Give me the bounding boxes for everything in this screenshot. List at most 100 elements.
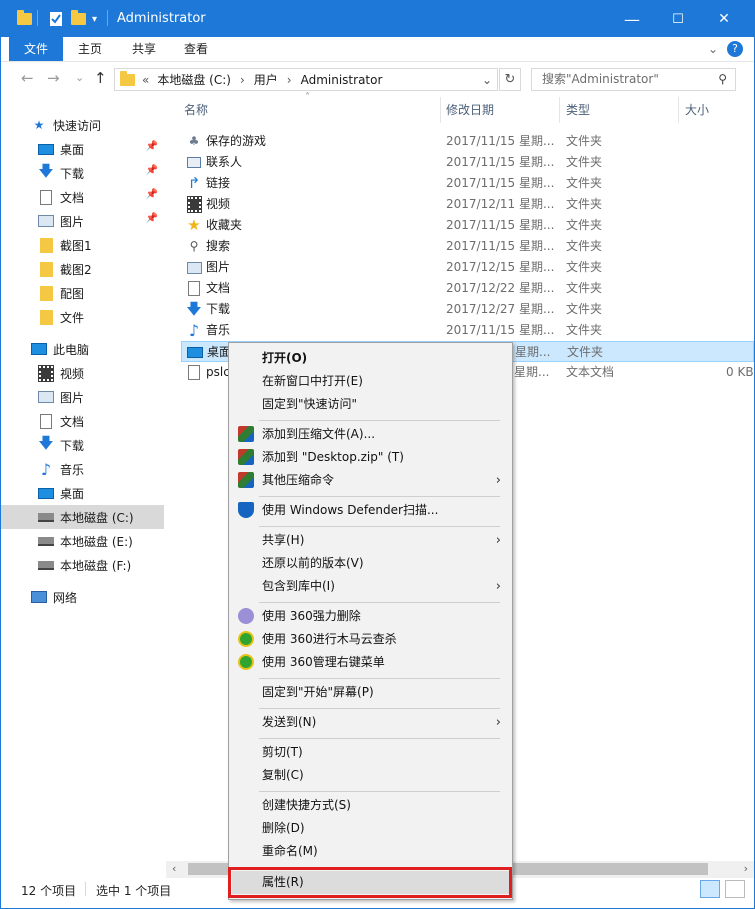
contact-card-icon (186, 155, 202, 171)
sidebar-item-screenshot2[interactable]: 截图2 (1, 257, 164, 281)
column-divider[interactable] (559, 97, 560, 123)
sidebar-item-drive-e[interactable]: 本地磁盘 (E:) (1, 529, 164, 553)
file-row-videos[interactable]: 视频 2017/12/11 星期... 文件夹 (181, 194, 754, 215)
new-folder-quick-icon[interactable] (71, 10, 86, 28)
menu-item-include-library[interactable]: 包含到库中(I) › (232, 575, 509, 598)
menu-item-defender-scan[interactable]: 使用 Windows Defender扫描... (232, 499, 509, 522)
sidebar-item-drive-f[interactable]: 本地磁盘 (F:) (1, 553, 164, 577)
sidebar-item-pc-documents[interactable]: 文档 (1, 409, 164, 433)
menu-item-360-force-delete[interactable]: 使用 360强力删除 (232, 605, 509, 628)
menu-item-restore-versions[interactable]: 还原以前的版本(V) (232, 552, 509, 575)
details-view-icon[interactable] (700, 880, 720, 898)
tab-view[interactable]: 查看 (169, 37, 223, 61)
file-type: 文件夹 (566, 218, 603, 232)
sidebar-item-screenshot1[interactable]: 截图1 (1, 233, 164, 257)
menu-item-rename[interactable]: 重命名(M) (232, 840, 509, 863)
sidebar-item-pictures[interactable]: 图片 📌 (1, 209, 164, 233)
sidebar-item-documents[interactable]: 文档 📌 (1, 185, 164, 209)
ribbon-expand-icon[interactable]: ⌄ (701, 37, 725, 61)
scroll-right-icon[interactable]: › (744, 862, 748, 875)
chevron-down-icon[interactable]: ⌄ (482, 73, 492, 87)
menu-item-delete[interactable]: 删除(D) (232, 817, 509, 840)
menu-item-label: 发送到(N) (262, 715, 317, 729)
column-divider[interactable] (440, 97, 441, 123)
tab-home[interactable]: 主页 (63, 37, 117, 61)
close-button[interactable]: ✕ (701, 1, 747, 37)
file-row-music[interactable]: ♪ 音乐 2017/11/15 星期... 文件夹 (181, 320, 754, 341)
sidebar-item-label: 本地磁盘 (E:) (60, 534, 133, 549)
file-row-searches[interactable]: ⚲ 搜索 2017/11/15 星期... 文件夹 (181, 236, 754, 257)
sidebar-item-network[interactable]: 网络 (1, 585, 164, 609)
sidebar-item-images[interactable]: 配图 (1, 281, 164, 305)
title-bar: ▾ Administrator — ☐ ✕ (1, 1, 754, 37)
sidebar-item-this-pc[interactable]: 此电脑 (1, 337, 164, 361)
sidebar-item-music[interactable]: ♪ 音乐 (1, 457, 164, 481)
menu-item-other-compress[interactable]: 其他压缩命令 › (232, 469, 509, 492)
sidebar-item-drive-c[interactable]: 本地磁盘 (C:) (1, 505, 164, 529)
recent-locations-icon[interactable]: ⌄ (75, 71, 84, 84)
menu-item-pin-start[interactable]: 固定到"开始"屏幕(P) (232, 681, 509, 704)
pin-icon[interactable]: 📌 (146, 165, 158, 176)
scroll-left-icon[interactable]: ‹ (172, 862, 176, 875)
menu-item-copy[interactable]: 复制(C) (232, 764, 509, 787)
window-title: Administrator (117, 11, 206, 26)
up-arrow-icon[interactable]: ↑ (94, 69, 107, 87)
search-input[interactable]: 搜索"Administrator" ⚲ (531, 68, 736, 91)
sidebar-item-desktop[interactable]: 桌面 📌 (1, 137, 164, 161)
properties-quick-icon[interactable] (49, 10, 63, 28)
column-header-size[interactable]: 大小 (685, 95, 709, 123)
column-header-date[interactable]: 修改日期 (446, 95, 494, 123)
breadcrumb-c-drive[interactable]: 本地磁盘 (C:) (157, 71, 231, 88)
breadcrumb-administrator[interactable]: Administrator (301, 73, 383, 87)
menu-item-cut[interactable]: 剪切(T) (232, 741, 509, 764)
tab-file[interactable]: 文件 (9, 37, 63, 61)
file-type: 文件夹 (566, 239, 603, 253)
pin-icon[interactable]: 📌 (146, 141, 158, 152)
file-row-documents[interactable]: 文档 2017/12/22 星期... 文件夹 (181, 278, 754, 299)
sidebar-item-quick-access[interactable]: ★ 快速访问 (1, 113, 164, 137)
sidebar-item-pc-downloads[interactable]: 🡇 下载 (1, 433, 164, 457)
menu-item-send-to[interactable]: 发送到(N) › (232, 711, 509, 734)
file-row-pictures[interactable]: 图片 2017/12/15 星期... 文件夹 (181, 257, 754, 278)
breadcrumb-users[interactable]: 用户 (254, 71, 278, 88)
sidebar-item-label: 文档 (60, 190, 85, 205)
help-icon[interactable]: ? (727, 41, 743, 57)
tab-share[interactable]: 共享 (117, 37, 171, 61)
menu-item-share[interactable]: 共享(H) › (232, 529, 509, 552)
refresh-button[interactable]: ↻ (499, 68, 521, 91)
sidebar-item-pc-pictures[interactable]: 图片 (1, 385, 164, 409)
gamepad-icon: ♣ (188, 134, 200, 148)
pin-icon[interactable]: 📌 (146, 189, 158, 200)
breadcrumb-overflow[interactable]: « (142, 73, 149, 87)
column-divider[interactable] (678, 97, 679, 123)
minimize-button[interactable]: — (609, 1, 655, 37)
file-row-saved-games[interactable]: ♣ 保存的游戏 2017/11/15 星期... 文件夹 (181, 131, 754, 152)
file-row-downloads[interactable]: 🡇 下载 2017/12/27 星期... 文件夹 (181, 299, 754, 320)
sidebar-item-videos[interactable]: 视频 (1, 361, 164, 385)
file-row-contacts[interactable]: 联系人 2017/11/15 星期... 文件夹 (181, 152, 754, 173)
sidebar-item-downloads[interactable]: 🡇 下载 📌 (1, 161, 164, 185)
file-row-links[interactable]: ↱ 链接 2017/11/15 星期... 文件夹 (181, 173, 754, 194)
pin-icon[interactable]: 📌 (146, 213, 158, 224)
menu-item-create-shortcut[interactable]: 创建快捷方式(S) (232, 794, 509, 817)
maximize-button[interactable]: ☐ (655, 1, 701, 37)
large-icons-view-icon[interactable] (725, 880, 745, 898)
column-header-type[interactable]: 类型 (566, 95, 590, 123)
sidebar-item-files[interactable]: 文件 (1, 305, 164, 329)
menu-item-add-zip[interactable]: 添加到 "Desktop.zip" (T) (232, 446, 509, 469)
sidebar-item-pc-desktop[interactable]: 桌面 (1, 481, 164, 505)
menu-item-360-trojan-scan[interactable]: 使用 360进行木马云查杀 (232, 628, 509, 651)
forward-arrow-icon[interactable]: → (47, 69, 60, 87)
back-arrow-icon[interactable]: ← (21, 69, 34, 87)
menu-item-open[interactable]: 打开(O) (232, 347, 509, 370)
customize-quick-icon[interactable]: ▾ (92, 10, 97, 28)
menu-item-pin-quick-access[interactable]: 固定到"快速访问" (232, 393, 509, 416)
file-row-favorites[interactable]: ★ 收藏夹 2017/11/15 星期... 文件夹 (181, 215, 754, 236)
menu-item-open-new-window[interactable]: 在新窗口中打开(E) (232, 370, 509, 393)
menu-item-label: 剪切(T) (262, 745, 303, 759)
address-bar[interactable]: « 本地磁盘 (C:) › 用户 › Administrator ⌄ (114, 68, 498, 91)
column-header-name[interactable]: 名称 (184, 95, 208, 123)
menu-item-360-right-menu[interactable]: 使用 360管理右键菜单 (232, 651, 509, 674)
sidebar-item-label: 配图 (60, 286, 85, 301)
menu-item-add-archive[interactable]: 添加到压缩文件(A)... (232, 423, 509, 446)
